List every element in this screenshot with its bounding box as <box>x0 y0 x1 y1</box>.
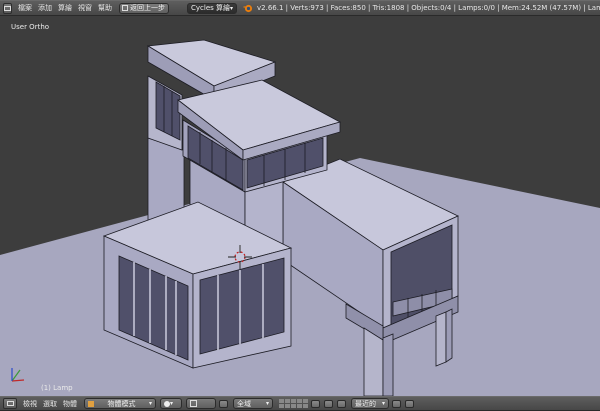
menu-add[interactable]: 添加 <box>35 3 55 13</box>
layer-lock-icon[interactable] <box>310 399 321 409</box>
camera-icon[interactable] <box>391 399 402 409</box>
menu-object[interactable]: 物體 <box>60 399 80 409</box>
menu-render[interactable]: 算繪 <box>55 3 75 13</box>
chevron-down-icon: ▾ <box>170 400 174 407</box>
chevron-down-icon: ▾ <box>381 400 385 407</box>
back-label: 返回上一步 <box>130 4 165 12</box>
active-object-label: (1) Lamp <box>41 384 73 392</box>
pivot-select[interactable] <box>186 398 216 409</box>
chevron-down-icon: ▾ <box>265 400 269 407</box>
menu-window[interactable]: 視窗 <box>75 3 95 13</box>
scene-stats: v2.66.1 | Verts:973 | Faces:850 | Tris:1… <box>257 4 600 12</box>
chevron-down-icon: ▾ <box>148 400 152 407</box>
view-editor-type-button[interactable] <box>3 398 17 409</box>
editor-type-icon <box>4 5 11 11</box>
snap-element-icon[interactable] <box>336 399 347 409</box>
3d-view-header: 檢視 選取 物體 物體模式 ▾ ▾ 全域 ▾ 最近的 ▾ <box>0 396 600 411</box>
shading-select[interactable]: ▾ <box>160 398 182 409</box>
chevron-down-icon: ▾ <box>230 4 234 12</box>
orientation-select[interactable]: 全域 ▾ <box>233 398 273 409</box>
render-engine-select[interactable]: Cycles 算繪 ▾ <box>187 2 238 14</box>
snap-target-select[interactable]: 最近的 ▾ <box>351 398 389 409</box>
menu-select[interactable]: 選取 <box>40 399 60 409</box>
render-preview-icon[interactable] <box>404 399 415 409</box>
mode-select[interactable]: 物體模式 ▾ <box>84 398 156 409</box>
blender-logo-icon <box>243 3 253 13</box>
menu-view[interactable]: 檢視 <box>20 399 40 409</box>
back-button[interactable]: 返回上一步 <box>119 2 169 14</box>
view-name-label: User Ortho <box>11 23 50 31</box>
back-icon <box>122 5 128 11</box>
mode-label: 物體模式 <box>107 399 136 408</box>
3d-viewport[interactable]: User Ortho (1) Lamp <box>0 16 600 396</box>
menu-file[interactable]: 檔案 <box>15 3 35 13</box>
menu-help[interactable]: 幫助 <box>95 3 115 13</box>
view-menu: 檢視 選取 物體 <box>20 399 80 409</box>
pivot-label: 最近的 <box>355 399 376 408</box>
layer-grid-icon[interactable] <box>279 399 308 408</box>
magnet-icon[interactable] <box>323 399 334 409</box>
global-label: 全域 <box>237 399 251 408</box>
pivot-icon <box>190 400 197 407</box>
top-menu: 檔案 添加 算繪 視窗 幫助 <box>15 3 115 13</box>
editor-type-button[interactable] <box>3 2 12 14</box>
info-header: 檔案 添加 算繪 視窗 幫助 返回上一步 Cycles 算繪 ▾ v2.66.1… <box>0 0 600 16</box>
editor-type-icon <box>6 401 14 406</box>
object-mode-icon <box>88 400 94 407</box>
viewport-scene <box>0 39 600 396</box>
render-engine-label: Cycles 算繪 <box>191 4 231 12</box>
manipulator-icon[interactable] <box>218 399 229 409</box>
